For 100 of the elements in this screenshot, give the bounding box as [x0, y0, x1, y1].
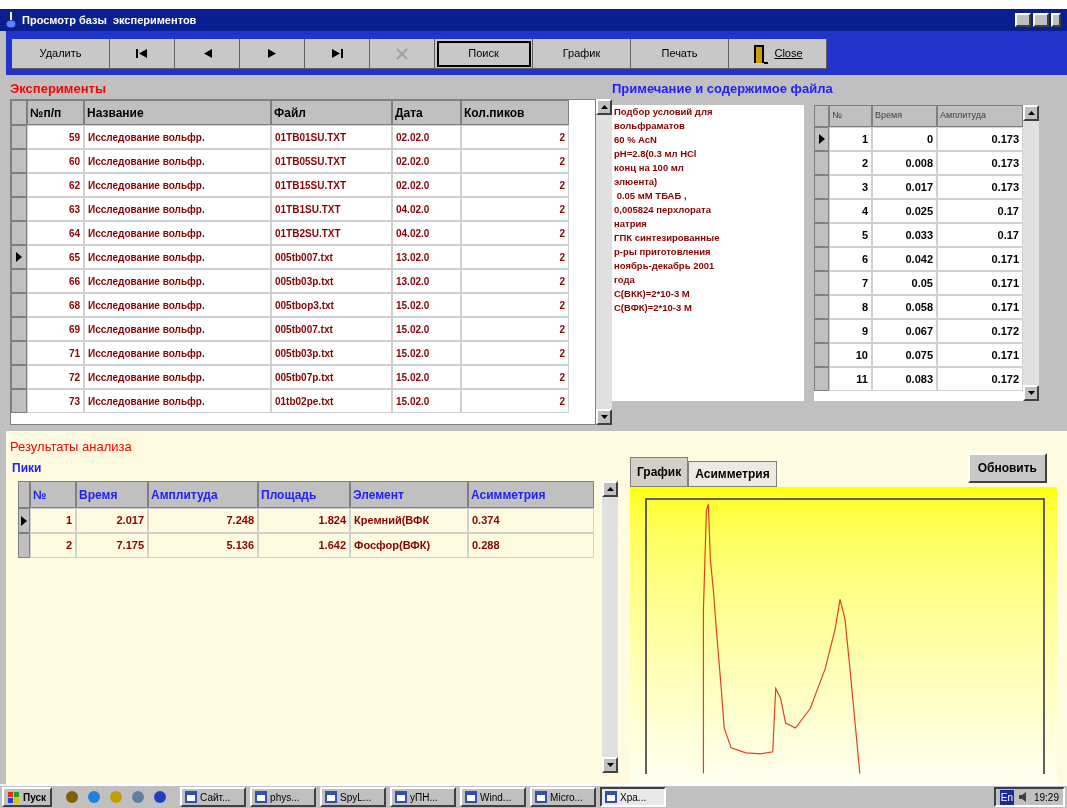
table-cell: 0.058 — [872, 295, 937, 319]
taskbar-button[interactable]: SpyL... — [320, 787, 387, 807]
quick-launch-icon[interactable] — [64, 789, 81, 805]
taskbar-button[interactable]: phys... — [250, 787, 317, 807]
previous-record-icon — [202, 49, 212, 58]
next-button[interactable] — [240, 39, 305, 69]
window-icon — [605, 791, 618, 803]
current-row-icon — [21, 515, 27, 526]
column-header[interactable]: Площадь — [258, 481, 350, 508]
row-indicator[interactable] — [11, 245, 27, 269]
vertical-scrollbar[interactable] — [602, 481, 618, 773]
minimize-button[interactable] — [1015, 13, 1031, 27]
table-cell: 0.008 — [872, 151, 937, 175]
last-record-icon — [331, 49, 343, 58]
table-cell: Исследование вольфр. — [84, 149, 271, 173]
cancel-x-icon — [395, 46, 409, 61]
language-indicator[interactable]: En — [999, 789, 1014, 805]
table-cell: 01TB05SU.TXT — [271, 149, 392, 173]
column-header[interactable]: Дата — [392, 100, 461, 125]
table-cell: 2 — [461, 365, 569, 389]
table-cell: 2.017 — [76, 508, 148, 533]
column-header[interactable]: Время — [76, 481, 148, 508]
table-cell: 0.173 — [937, 151, 1023, 175]
tab[interactable]: График — [630, 457, 689, 487]
table-cell: 2 — [461, 293, 569, 317]
table-cell: Исследование вольфр. — [84, 317, 271, 341]
column-header[interactable]: Элемент — [350, 481, 468, 508]
last-button[interactable] — [305, 39, 370, 69]
table-cell: 005tb07p.txt — [271, 365, 392, 389]
table-cell: 005tbop3.txt — [271, 293, 392, 317]
vertical-scrollbar[interactable] — [596, 99, 612, 425]
table-cell: 0.374 — [468, 508, 594, 533]
maximize-button[interactable] — [1033, 13, 1049, 27]
grid-corner — [18, 481, 30, 508]
table-cell: 0.083 — [872, 367, 937, 391]
table-cell: 6 — [829, 247, 872, 271]
taskbar-button[interactable]: Сайт... — [180, 787, 247, 807]
column-header[interactable]: № — [30, 481, 76, 508]
table-cell: 4 — [829, 199, 872, 223]
column-header[interactable]: № — [829, 105, 872, 127]
next-record-icon — [267, 49, 277, 58]
table-cell: 13.02.0 — [392, 269, 461, 293]
vertical-scrollbar[interactable] — [1023, 105, 1039, 401]
close-button[interactable]: Close — [729, 39, 827, 69]
taskbar-button[interactable]: Micro... — [530, 787, 597, 807]
table-cell: Исследование вольфр. — [84, 365, 271, 389]
table-cell: 71 — [27, 341, 84, 365]
table-cell: 0.025 — [872, 199, 937, 223]
taskbar-button[interactable]: Хра... — [600, 787, 667, 807]
table-cell: 64 — [27, 221, 84, 245]
prev-button[interactable] — [175, 39, 240, 69]
table-cell: 04.02.0 — [392, 221, 461, 245]
taskbar-button[interactable]: Wind... — [460, 787, 527, 807]
note-memo[interactable]: Подбор условий для вольфраматов 60 % AcN pH=2.8(0.3 мл HCl конц на 100 мл элюента) 0.05 мМ ТБАБ , 0,005824 перхлората натрия ГПК синтезированные р-ры приготовления ноябрь-декабрь 2001 года С(ВКК)=2*10-3 М С(ВФК)=2*10-3 М — [612, 105, 804, 401]
window-icon — [535, 791, 548, 803]
table-cell: 5 — [829, 223, 872, 247]
column-header[interactable]: Файл — [271, 100, 392, 125]
table-cell: Фосфор(ВФК) — [350, 533, 468, 558]
table-cell: 0.171 — [937, 295, 1023, 319]
table-cell: 15.02.0 — [392, 341, 461, 365]
column-header[interactable]: Амплитуда — [937, 105, 1023, 127]
column-header[interactable]: Асимметрия — [468, 481, 594, 508]
start-button[interactable]: Пуск — [2, 787, 53, 807]
row-indicator[interactable] — [18, 508, 30, 533]
column-header[interactable]: Время — [872, 105, 937, 127]
table-cell: 15.02.0 — [392, 293, 461, 317]
refresh-button[interactable]: Обновить — [967, 453, 1047, 483]
taskbar-button[interactable]: уПН... — [390, 787, 457, 807]
close-button[interactable] — [1051, 13, 1061, 27]
table-cell: Исследование вольфр. — [84, 245, 271, 269]
quick-launch-icon[interactable] — [130, 789, 147, 805]
flask-icon — [6, 12, 16, 28]
column-header[interactable]: №п/п — [27, 100, 84, 125]
table-cell: Исследование вольфр. — [84, 125, 271, 149]
scroll-down-icon — [1027, 391, 1035, 395]
first-button[interactable] — [110, 39, 175, 69]
clock: 19:29 — [1033, 790, 1059, 805]
table-cell: 2 — [461, 221, 569, 245]
quick-launch-icon[interactable] — [86, 789, 103, 805]
table-cell: 2 — [30, 533, 76, 558]
table-cell: 2 — [461, 341, 569, 365]
toolbar-button[interactable]: Удалить — [12, 39, 110, 69]
window-icon — [395, 791, 408, 803]
table-cell: 2 — [461, 245, 569, 269]
toolbar-button[interactable]: График — [533, 39, 631, 69]
table-cell: 1 — [829, 127, 872, 151]
row-indicator[interactable] — [814, 127, 829, 151]
tab[interactable]: Асимметрия — [688, 461, 777, 487]
toolbar-button[interactable]: Печать — [631, 39, 729, 69]
toolbar-button[interactable]: Поиск — [435, 39, 533, 69]
column-header[interactable]: Амплитуда — [148, 481, 258, 508]
quick-launch-icon[interactable] — [152, 789, 169, 805]
table-cell: 8 — [829, 295, 872, 319]
table-cell: Исследование вольфр. — [84, 197, 271, 221]
column-header[interactable]: Кол.пиков — [461, 100, 569, 125]
column-header[interactable]: Название — [84, 100, 271, 125]
table-cell: 0.042 — [872, 247, 937, 271]
table-cell: 01TB01SU.TXT — [271, 125, 392, 149]
table-cell: 005tb03p.txt — [271, 269, 392, 293]
table-cell: 0.173 — [937, 127, 1023, 151]
